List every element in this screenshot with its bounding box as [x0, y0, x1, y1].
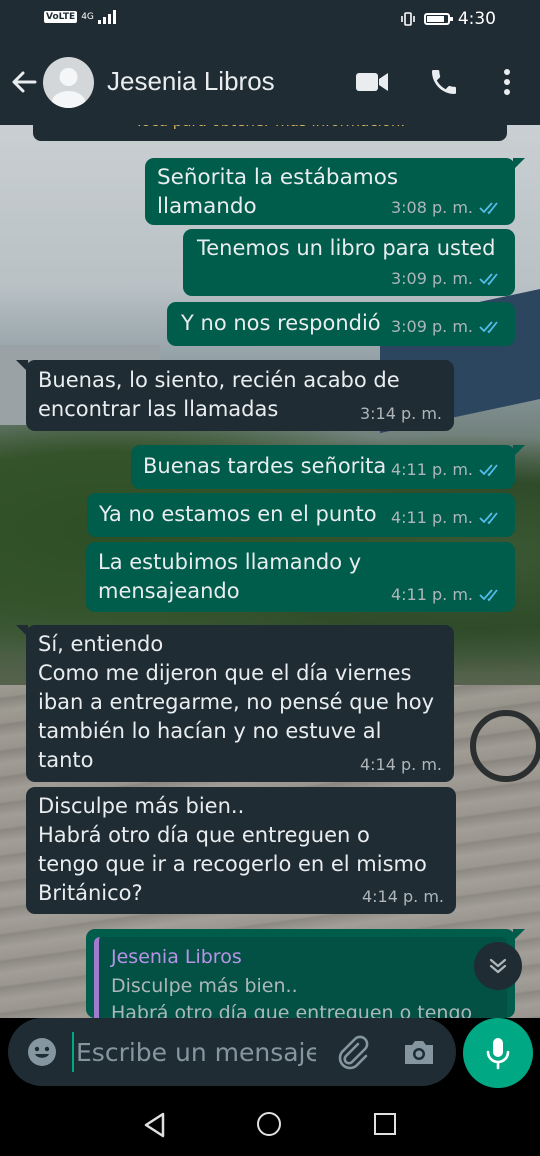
battery-icon: [423, 13, 453, 25]
bubble-tail: [513, 445, 525, 457]
signal-icon: [97, 10, 116, 24]
message-bubble-outgoing[interactable]: Señorita la estábamos llamando 3:08 p. m…: [145, 158, 525, 225]
voice-record-button[interactable]: [463, 1018, 533, 1088]
message-bubble-incoming[interactable]: Disculpe más bien.. Habrá otro día que e…: [26, 787, 456, 914]
chat-area[interactable]: Toca para obtener más información. Señor…: [0, 125, 540, 1018]
emoji-icon[interactable]: [26, 1036, 58, 1068]
read-ticks-icon: [479, 512, 498, 525]
double-chevron-down-icon: [489, 958, 507, 974]
scroll-to-bottom-button[interactable]: [474, 942, 522, 990]
nav-recents-icon[interactable]: [374, 1113, 396, 1135]
back-arrow-icon[interactable]: [10, 68, 38, 96]
message-bubble-outgoing[interactable]: Buenas tardes señorita 4:11 p. m.: [131, 445, 525, 489]
bubble-tail: [513, 929, 525, 941]
message-time: 4:11 p. m.: [390, 460, 473, 479]
read-ticks-icon: [479, 321, 498, 334]
network-type: 4G: [81, 12, 94, 22]
message-time: 4:11 p. m.: [390, 508, 473, 527]
bubble-tail: [16, 360, 28, 372]
system-navigation-bar: [0, 1094, 540, 1156]
phone-call-icon[interactable]: [428, 66, 460, 98]
message-input[interactable]: [72, 1032, 316, 1072]
message-text: Tenemos un libro para usted: [197, 236, 496, 260]
contact-name[interactable]: Jesenia Libros: [107, 66, 275, 97]
bubble-tail: [16, 625, 28, 637]
network-status: VoLTE 4G: [44, 10, 116, 24]
bubble-tail: [513, 158, 525, 170]
quoted-message[interactable]: Jesenia Libros Disculpe más bien.. Habrá…: [94, 937, 507, 1018]
message-time: 4:11 p. m.: [390, 585, 473, 604]
more-options-icon[interactable]: [497, 66, 517, 98]
message-time: 4:14 p. m.: [359, 755, 442, 774]
read-ticks-icon: [479, 464, 498, 477]
read-ticks-icon: [479, 273, 498, 286]
message-bubble-incoming[interactable]: Buenas, lo siento, recién acabo de encon…: [16, 360, 454, 431]
message-composer: [0, 1018, 540, 1094]
quoted-text: Disculpe más bien.. Habrá otro día que e…: [111, 975, 473, 1018]
message-text: Sí, entiendo Como me dijeron que el día …: [38, 632, 435, 772]
message-bubble-outgoing[interactable]: Tenemos un libro para usted 3:09 p. m.: [183, 229, 515, 296]
read-ticks-icon: [479, 589, 498, 602]
message-bubble-outgoing[interactable]: Ya no estamos en el punto 4:11 p. m.: [87, 493, 515, 537]
paperclip-icon[interactable]: [334, 1034, 370, 1070]
nav-back-icon[interactable]: [143, 1112, 167, 1138]
clock: 4:30: [457, 9, 496, 29]
nav-home-icon[interactable]: [257, 1112, 281, 1136]
avatar[interactable]: [43, 57, 94, 108]
camera-icon[interactable]: [402, 1036, 436, 1068]
message-bubble-outgoing[interactable]: La estubimos llamando y mensajeando 4:11…: [86, 542, 515, 612]
message-time: 3:14 p. m.: [359, 404, 442, 423]
vibrate-icon: [401, 12, 415, 26]
message-bubble-outgoing[interactable]: Y no nos respondió 3:09 p. m.: [167, 302, 515, 346]
message-time: 3:09 p. m.: [390, 317, 473, 336]
quoted-sender: Jesenia Libros: [111, 946, 242, 968]
message-time: 3:09 p. m.: [390, 269, 473, 288]
encryption-notice[interactable]: Toca para obtener más información.: [33, 125, 507, 141]
volte-badge: VoLTE: [44, 11, 78, 23]
message-time: 4:14 p. m.: [361, 887, 444, 906]
chat-header: Jesenia Libros: [0, 40, 540, 125]
reply-message-bubble[interactable]: Jesenia Libros Disculpe más bien.. Habrá…: [86, 929, 525, 1018]
video-call-icon[interactable]: [355, 70, 389, 94]
status-bar: VoLTE 4G 4:30: [0, 0, 540, 40]
message-time: 3:08 p. m.: [390, 198, 473, 217]
read-ticks-icon: [479, 202, 498, 215]
wallpaper-rope: [470, 710, 540, 782]
system-status: 4:30: [400, 9, 496, 29]
microphone-icon: [486, 1038, 510, 1070]
message-bubble-incoming[interactable]: Sí, entiendo Como me dijeron que el día …: [16, 625, 454, 782]
input-pill: [8, 1018, 456, 1086]
default-avatar-icon: [51, 68, 86, 108]
